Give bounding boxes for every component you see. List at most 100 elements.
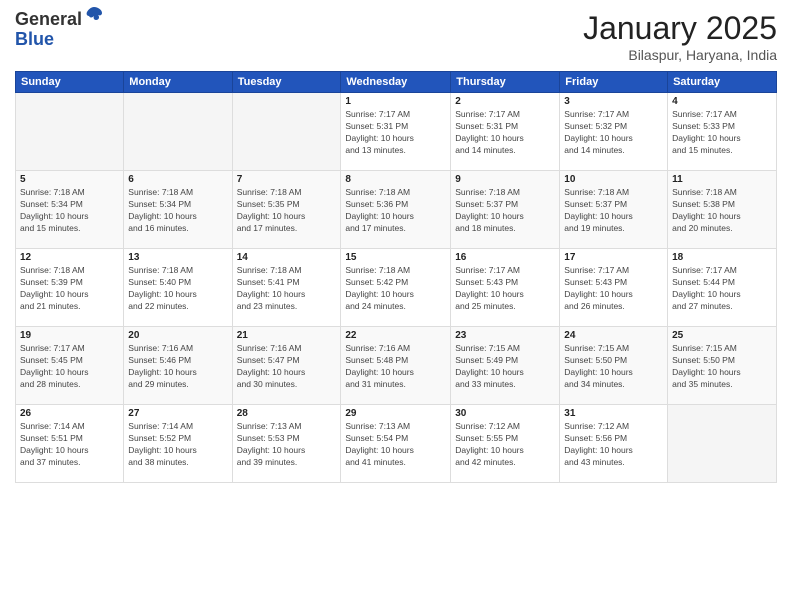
day-number: 10	[564, 174, 663, 185]
calendar-cell: 22Sunrise: 7:16 AM Sunset: 5:48 PM Dayli…	[341, 327, 451, 405]
day-info: Sunrise: 7:18 AM Sunset: 5:37 PM Dayligh…	[564, 187, 663, 235]
calendar-cell: 1 Sunrise: 7:17 AM Sunset: 5:31 PM Daylig…	[341, 93, 451, 171]
day-info: Sunrise: 7:12 AM Sunset: 5:55 PM Dayligh…	[455, 421, 555, 469]
day-number: 5	[20, 174, 119, 185]
day-info: Sunrise: 7:18 AM Sunset: 5:42 PM Dayligh…	[345, 265, 446, 313]
calendar-cell: 2Sunrise: 7:17 AM Sunset: 5:31 PM Daylig…	[451, 93, 560, 171]
calendar-header-saturday: Saturday	[668, 72, 777, 93]
calendar-cell: 26Sunrise: 7:14 AM Sunset: 5:51 PM Dayli…	[16, 405, 124, 483]
calendar-cell: 25 Sunrise: 7:15 AM Sunset: 5:50 PM Dayli…	[668, 327, 777, 405]
calendar-cell	[124, 93, 232, 171]
day-number: 16	[455, 252, 555, 263]
calendar-header-monday: Monday	[124, 72, 232, 93]
day-number: 14	[237, 252, 337, 263]
day-number: 9	[455, 174, 555, 185]
calendar-cell: 18 Sunrise: 7:17 AM Sunset: 5:44 PM Dayli…	[668, 249, 777, 327]
day-number: 12	[20, 252, 119, 263]
day-info: Sunrise: 7:17 AM Sunset: 5:45 PM Dayligh…	[20, 343, 119, 391]
day-number: 1	[345, 96, 446, 107]
day-info: Sunrise: 7:13 AM Sunset: 5:54 PM Dayligh…	[345, 421, 446, 469]
calendar-cell: 20 Sunrise: 7:16 AM Sunset: 5:46 PM Dayli…	[124, 327, 232, 405]
calendar-cell: 29Sunrise: 7:13 AM Sunset: 5:54 PM Dayli…	[341, 405, 451, 483]
day-number: 17	[564, 252, 663, 263]
day-info: Sunrise: 7:18 AM Sunset: 5:39 PM Dayligh…	[20, 265, 119, 313]
calendar-header-row: SundayMondayTuesdayWednesdayThursdayFrid…	[16, 72, 777, 93]
calendar: SundayMondayTuesdayWednesdayThursdayFrid…	[15, 71, 777, 483]
day-number: 15	[345, 252, 446, 263]
day-number: 8	[345, 174, 446, 185]
day-info: Sunrise: 7:14 AM Sunset: 5:52 PM Dayligh…	[128, 421, 227, 469]
day-number: 22	[345, 330, 446, 341]
calendar-week-2: 5 Sunrise: 7:18 AM Sunset: 5:34 PM Daylig…	[16, 171, 777, 249]
day-info: Sunrise: 7:18 AM Sunset: 5:34 PM Dayligh…	[128, 187, 227, 235]
calendar-cell: 15 Sunrise: 7:18 AM Sunset: 5:42 PM Dayli…	[341, 249, 451, 327]
calendar-header-thursday: Thursday	[451, 72, 560, 93]
day-info: Sunrise: 7:15 AM Sunset: 5:50 PM Dayligh…	[672, 343, 772, 391]
day-number: 28	[237, 408, 337, 419]
calendar-cell	[16, 93, 124, 171]
calendar-header-wednesday: Wednesday	[341, 72, 451, 93]
calendar-cell: 31 Sunrise: 7:12 AM Sunset: 5:56 PM Dayli…	[560, 405, 668, 483]
day-info: Sunrise: 7:16 AM Sunset: 5:47 PM Dayligh…	[237, 343, 337, 391]
calendar-week-1: 1 Sunrise: 7:17 AM Sunset: 5:31 PM Daylig…	[16, 93, 777, 171]
header: General Blue January 2025 Bilaspur, Hary…	[15, 10, 777, 63]
calendar-cell	[232, 93, 341, 171]
day-info: Sunrise: 7:14 AM Sunset: 5:51 PM Dayligh…	[20, 421, 119, 469]
calendar-cell: 12 Sunrise: 7:18 AM Sunset: 5:39 PM Dayli…	[16, 249, 124, 327]
calendar-cell: 7 Sunrise: 7:18 AM Sunset: 5:35 PM Daylig…	[232, 171, 341, 249]
day-number: 7	[237, 174, 337, 185]
logo-bird-icon	[84, 5, 104, 25]
day-number: 21	[237, 330, 337, 341]
calendar-header-friday: Friday	[560, 72, 668, 93]
calendar-week-3: 12 Sunrise: 7:18 AM Sunset: 5:39 PM Dayli…	[16, 249, 777, 327]
day-number: 25	[672, 330, 772, 341]
calendar-cell: 10 Sunrise: 7:18 AM Sunset: 5:37 PM Dayli…	[560, 171, 668, 249]
day-number: 20	[128, 330, 227, 341]
day-number: 30	[455, 408, 555, 419]
calendar-cell: 8Sunrise: 7:18 AM Sunset: 5:36 PM Daylig…	[341, 171, 451, 249]
day-info: Sunrise: 7:18 AM Sunset: 5:35 PM Dayligh…	[237, 187, 337, 235]
day-info: Sunrise: 7:18 AM Sunset: 5:40 PM Dayligh…	[128, 265, 227, 313]
logo: General Blue	[15, 10, 104, 50]
calendar-cell: 5Sunrise: 7:18 AM Sunset: 5:34 PM Daylig…	[16, 171, 124, 249]
calendar-cell: 11 Sunrise: 7:18 AM Sunset: 5:38 PM Dayli…	[668, 171, 777, 249]
day-info: Sunrise: 7:17 AM Sunset: 5:43 PM Dayligh…	[564, 265, 663, 313]
day-info: Sunrise: 7:17 AM Sunset: 5:44 PM Dayligh…	[672, 265, 772, 313]
day-number: 11	[672, 174, 772, 185]
calendar-cell: 24Sunrise: 7:15 AM Sunset: 5:50 PM Dayli…	[560, 327, 668, 405]
day-info: Sunrise: 7:18 AM Sunset: 5:41 PM Dayligh…	[237, 265, 337, 313]
calendar-header-sunday: Sunday	[16, 72, 124, 93]
calendar-cell: 21 Sunrise: 7:16 AM Sunset: 5:47 PM Dayli…	[232, 327, 341, 405]
day-number: 6	[128, 174, 227, 185]
day-number: 13	[128, 252, 227, 263]
day-number: 18	[672, 252, 772, 263]
day-info: Sunrise: 7:12 AM Sunset: 5:56 PM Dayligh…	[564, 421, 663, 469]
calendar-header-tuesday: Tuesday	[232, 72, 341, 93]
calendar-cell	[668, 405, 777, 483]
calendar-cell: 28Sunrise: 7:13 AM Sunset: 5:53 PM Dayli…	[232, 405, 341, 483]
day-info: Sunrise: 7:15 AM Sunset: 5:50 PM Dayligh…	[564, 343, 663, 391]
calendar-cell: 14 Sunrise: 7:18 AM Sunset: 5:41 PM Dayli…	[232, 249, 341, 327]
month-title: January 2025	[583, 10, 777, 47]
day-info: Sunrise: 7:17 AM Sunset: 5:31 PM Dayligh…	[345, 109, 446, 157]
day-info: Sunrise: 7:18 AM Sunset: 5:38 PM Dayligh…	[672, 187, 772, 235]
day-info: Sunrise: 7:17 AM Sunset: 5:43 PM Dayligh…	[455, 265, 555, 313]
day-number: 31	[564, 408, 663, 419]
calendar-cell: 9 Sunrise: 7:18 AM Sunset: 5:37 PM Daylig…	[451, 171, 560, 249]
day-number: 4	[672, 96, 772, 107]
calendar-cell: 16 Sunrise: 7:17 AM Sunset: 5:43 PM Dayli…	[451, 249, 560, 327]
day-info: Sunrise: 7:18 AM Sunset: 5:37 PM Dayligh…	[455, 187, 555, 235]
calendar-cell: 17 Sunrise: 7:17 AM Sunset: 5:43 PM Dayli…	[560, 249, 668, 327]
day-info: Sunrise: 7:17 AM Sunset: 5:33 PM Dayligh…	[672, 109, 772, 157]
logo-text: General Blue	[15, 10, 104, 50]
day-info: Sunrise: 7:16 AM Sunset: 5:46 PM Dayligh…	[128, 343, 227, 391]
day-number: 19	[20, 330, 119, 341]
day-number: 23	[455, 330, 555, 341]
page: General Blue January 2025 Bilaspur, Hary…	[0, 0, 792, 612]
calendar-week-4: 19 Sunrise: 7:17 AM Sunset: 5:45 PM Dayli…	[16, 327, 777, 405]
calendar-cell: 23Sunrise: 7:15 AM Sunset: 5:49 PM Dayli…	[451, 327, 560, 405]
calendar-cell: 30 Sunrise: 7:12 AM Sunset: 5:55 PM Dayli…	[451, 405, 560, 483]
day-number: 2	[455, 96, 555, 107]
logo-general: General	[15, 10, 104, 30]
calendar-cell: 27Sunrise: 7:14 AM Sunset: 5:52 PM Dayli…	[124, 405, 232, 483]
